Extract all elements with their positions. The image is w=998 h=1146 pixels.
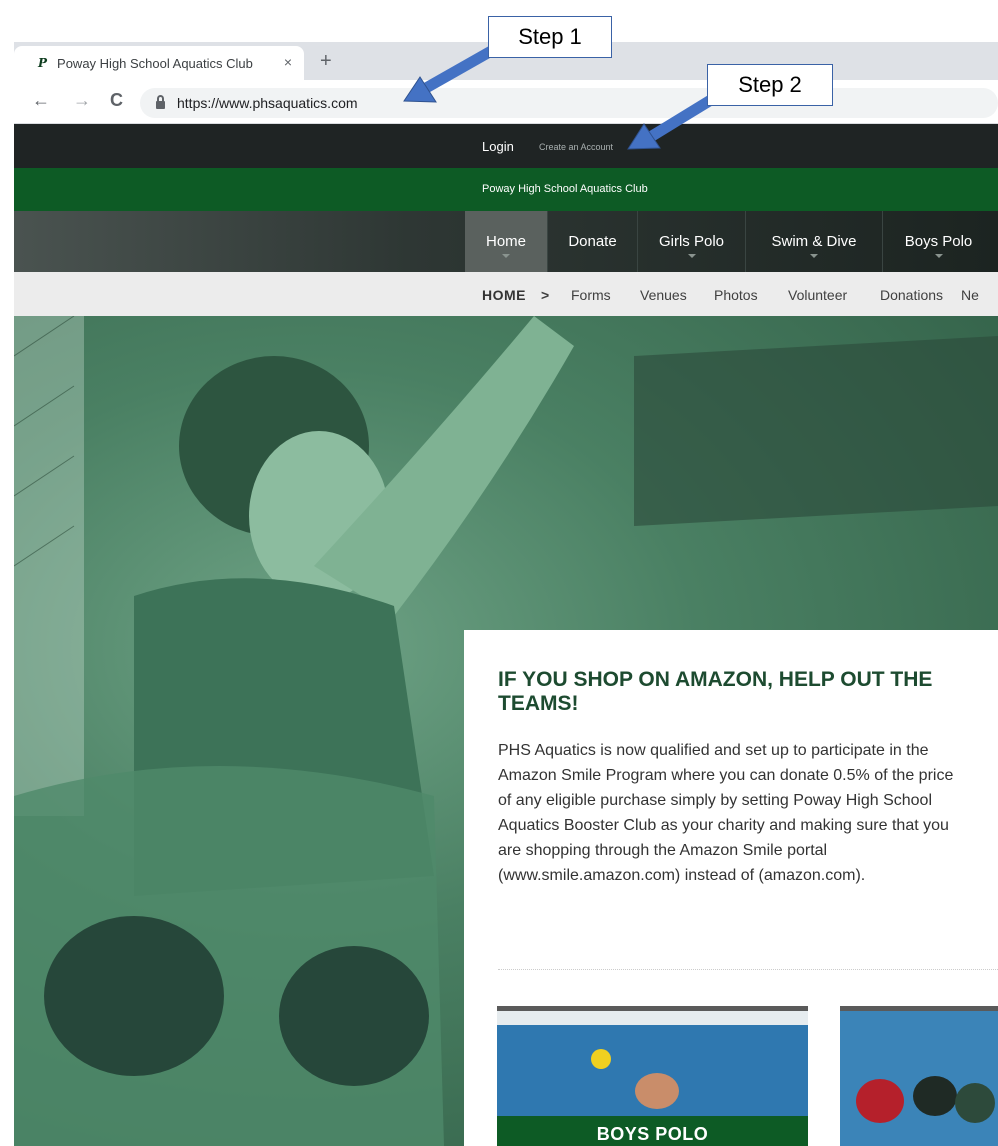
step-2-callout: Step 2 bbox=[707, 64, 833, 106]
step-1-callout: Step 1 bbox=[488, 16, 612, 58]
step-2-label: Step 2 bbox=[738, 72, 802, 97]
annotation-arrows bbox=[403, 41, 722, 150]
step-1-label: Step 1 bbox=[518, 24, 582, 49]
